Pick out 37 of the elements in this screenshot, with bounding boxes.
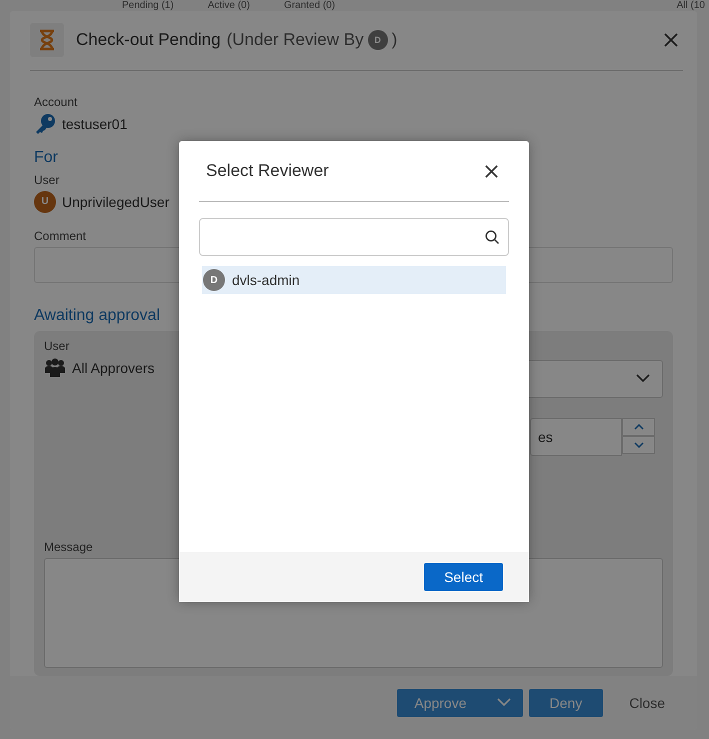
key-icon: [34, 112, 56, 135]
field-label: Message: [44, 540, 93, 554]
avatar: D: [203, 269, 225, 291]
tab[interactable]: All (10: [676, 0, 705, 11]
caret-icon: [496, 698, 511, 708]
select-button[interactable]: Select: [424, 563, 503, 591]
dialog-title: Check-out Pending: [76, 30, 221, 50]
chevron-up-icon: [634, 424, 644, 430]
search-field[interactable]: [199, 218, 509, 256]
approve-button[interactable]: Approve: [397, 688, 523, 717]
avatar: U: [34, 190, 56, 213]
field-label: Comment: [34, 228, 86, 243]
section-heading: Awaiting approval: [34, 306, 162, 325]
approver-name: All Approvers: [72, 360, 154, 376]
search-icon: [485, 230, 500, 244]
section-heading: For: [34, 148, 59, 167]
field-label: User: [44, 338, 70, 353]
group-icon: [44, 356, 66, 379]
tab[interactable]: Pending (1): [122, 0, 174, 11]
chevron-down-icon: [634, 442, 644, 448]
dialog-subtitle: (Under Review By: [226, 30, 364, 50]
avatar: D: [368, 30, 388, 50]
account-name: testuser01: [62, 116, 128, 132]
hourglass-icon: [30, 23, 64, 58]
tab[interactable]: Granted (0): [284, 0, 336, 11]
close-button[interactable]: Close: [623, 694, 671, 712]
reviewer-item[interactable]: D dvls-admin: [202, 266, 506, 294]
dialog-subtitle: ): [392, 30, 398, 50]
number-field[interactable]: es: [530, 418, 622, 456]
reviewer-name: dvls-admin: [232, 272, 300, 288]
field-label: Account: [34, 94, 78, 109]
tab[interactable]: Active (0): [208, 0, 250, 11]
user-name: UnprivilegedUser: [62, 194, 170, 210]
field-label: User: [34, 172, 60, 187]
dialog-title: Select Reviewer: [206, 161, 329, 181]
chevron-down-icon: [636, 374, 650, 384]
deny-button[interactable]: Deny: [528, 688, 604, 717]
